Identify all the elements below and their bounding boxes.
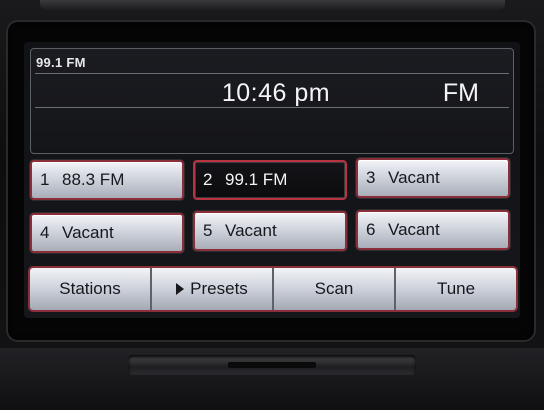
divider xyxy=(35,107,509,108)
now-playing-panel: 99.1 FM 10:46 pm FM xyxy=(30,48,514,154)
preset-label: 99.1 FM xyxy=(225,170,288,189)
slot-opening xyxy=(228,362,316,368)
preset-number: 4 xyxy=(40,223,50,242)
tune-button[interactable]: Tune xyxy=(396,268,516,310)
softkey-bar: Stations Presets Scan Tune xyxy=(28,266,518,312)
preset-button-5[interactable]: 5 Vacant xyxy=(193,211,347,251)
presets-label: Presets xyxy=(190,279,248,298)
clock-display: 10:46 pm xyxy=(221,79,331,107)
current-station-label: 99.1 FM xyxy=(36,55,86,70)
preset-button-3[interactable]: 3 Vacant xyxy=(356,158,510,198)
band-indicator: FM xyxy=(442,79,479,107)
preset-label: Vacant xyxy=(388,168,440,187)
preset-label: Vacant xyxy=(62,223,114,242)
preset-label: Vacant xyxy=(225,221,277,240)
preset-number: 6 xyxy=(366,220,376,239)
preset-number: 3 xyxy=(366,168,376,187)
divider xyxy=(35,73,509,74)
preset-number: 2 xyxy=(203,170,213,189)
touch-screen: 99.1 FM 10:46 pm FM 1 88.3 FM 2 99.1 FM … xyxy=(24,42,520,318)
tune-label: Tune xyxy=(436,279,476,298)
radio-head-unit: 99.1 FM 10:46 pm FM 1 88.3 FM 2 99.1 FM … xyxy=(0,0,544,410)
preset-label: 88.3 FM xyxy=(62,170,125,189)
scan-button[interactable]: Scan xyxy=(274,268,396,310)
stations-button[interactable]: Stations xyxy=(30,268,152,310)
stations-label: Stations xyxy=(59,279,121,298)
scan-label: Scan xyxy=(314,279,354,298)
preset-number: 1 xyxy=(40,170,50,189)
preset-button-1[interactable]: 1 88.3 FM xyxy=(30,160,184,200)
preset-number: 5 xyxy=(203,221,213,240)
preset-button-4[interactable]: 4 Vacant xyxy=(30,213,184,253)
preset-label: Vacant xyxy=(388,220,440,239)
play-triangle-icon xyxy=(176,283,185,295)
preset-button-6[interactable]: 6 Vacant xyxy=(356,210,510,250)
presets-button[interactable]: Presets xyxy=(152,268,274,310)
preset-button-2[interactable]: 2 99.1 FM xyxy=(193,160,347,200)
top-trim xyxy=(40,0,505,10)
cd-slot xyxy=(128,355,416,375)
